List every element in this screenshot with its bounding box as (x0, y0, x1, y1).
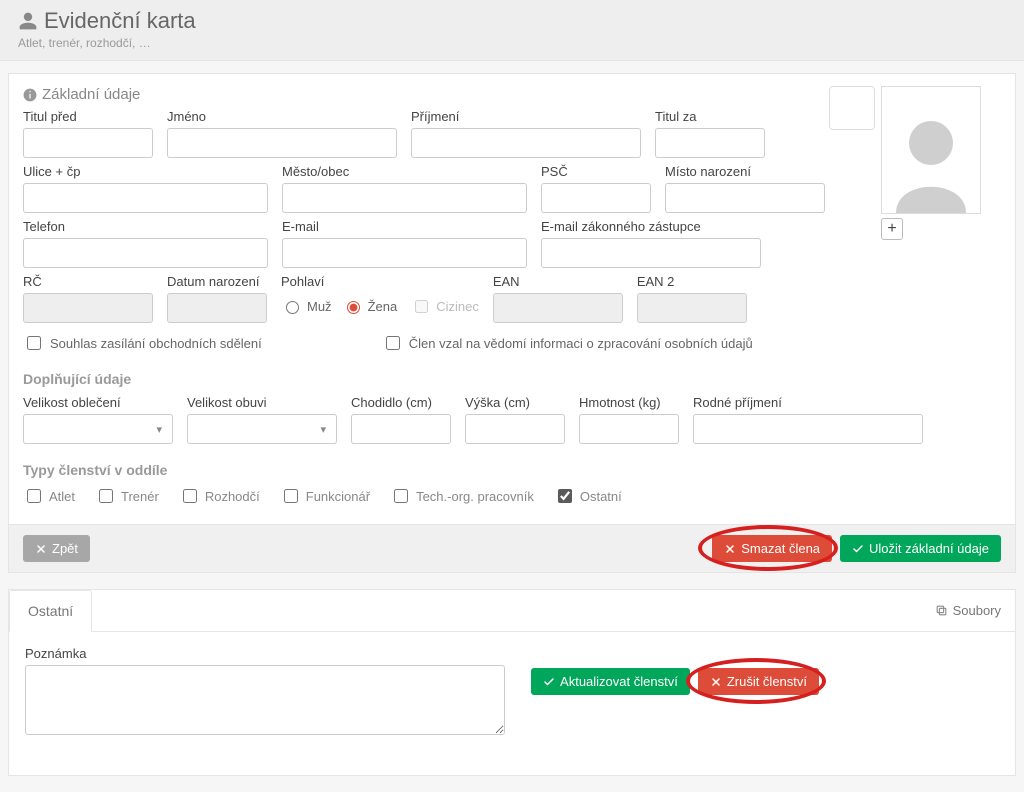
add-photo-button[interactable]: + (881, 218, 903, 240)
back-button[interactable]: Zpět (23, 535, 90, 562)
select-velikost-obl[interactable] (23, 414, 173, 444)
checkbox-atlet[interactable] (27, 489, 41, 503)
label-prijmeni: Příjmení (411, 109, 641, 124)
photo-column: + (881, 86, 1001, 240)
close-icon (710, 676, 722, 688)
label-ean: EAN (493, 274, 623, 289)
input-rodne-prijmeni[interactable] (693, 414, 923, 444)
avatar-placeholder-icon (886, 103, 976, 213)
cancel-membership-button[interactable]: Zrušit členství (698, 668, 819, 695)
label-misto-nar: Místo narození (665, 164, 825, 179)
type-funkcionar[interactable]: Funkcionář (280, 486, 370, 506)
update-membership-button[interactable]: Aktualizovat členství (531, 668, 690, 695)
label-jmeno: Jméno (167, 109, 397, 124)
input-titul-za[interactable] (655, 128, 765, 158)
type-atlet[interactable]: Atlet (23, 486, 75, 506)
input-misto-nar[interactable] (665, 183, 825, 213)
label-chodidlo: Chodidlo (cm) (351, 395, 451, 410)
input-jmeno[interactable] (167, 128, 397, 158)
checkbox-clen-vzal[interactable] (386, 336, 400, 350)
label-email: E-mail (282, 219, 527, 234)
tab-ostatni[interactable]: Ostatní (9, 590, 92, 632)
check-icon (852, 543, 864, 555)
label-ulice: Ulice + čp (23, 164, 268, 179)
type-rozhodci[interactable]: Rozhodčí (179, 486, 260, 506)
input-vyska[interactable] (465, 414, 565, 444)
label-clen-vzal: Člen vzal na vědomí informaci o zpracová… (409, 336, 753, 351)
subhead-typy: Typy členství v oddíle (23, 462, 1001, 478)
check-icon (543, 676, 555, 688)
label-psc: PSČ (541, 164, 651, 179)
photo-placeholder (881, 86, 981, 214)
page-subtitle: Atlet, trenér, rozhodčí, … (18, 36, 1006, 50)
checkbox-souhlas-wrap[interactable]: Souhlas zasílání obchodních sdělení (23, 333, 262, 353)
close-icon (724, 543, 736, 555)
plus-icon: + (887, 220, 896, 238)
files-link[interactable]: Soubory (921, 590, 1015, 631)
checkbox-souhlas[interactable] (27, 336, 41, 350)
label-titul-pred: Titul před (23, 109, 153, 124)
input-ean2[interactable] (637, 293, 747, 323)
input-mesto[interactable] (282, 183, 527, 213)
radio-muz-label[interactable]: Muž (281, 298, 332, 314)
input-titul-pred[interactable] (23, 128, 153, 158)
input-hmotnost[interactable] (579, 414, 679, 444)
label-rodne-prijmeni: Rodné příjmení (693, 395, 923, 410)
label-souhlas: Souhlas zasílání obchodních sdělení (50, 336, 262, 351)
info-icon (23, 88, 37, 102)
checkbox-rozhodci[interactable] (183, 489, 197, 503)
input-psc[interactable] (541, 183, 651, 213)
type-techorg[interactable]: Tech.-org. pracovník (390, 486, 534, 506)
copy-icon (935, 604, 948, 617)
input-telefon[interactable] (23, 238, 268, 268)
checkbox-techorg[interactable] (394, 489, 408, 503)
basic-info-panel: + Základní údaje Titul před Jméno Příjme… (8, 73, 1016, 573)
label-poznamka: Poznámka (25, 646, 505, 661)
textarea-poznamka[interactable] (25, 665, 505, 735)
label-datum-nar: Datum narození (167, 274, 267, 289)
label-titul-za: Titul za (655, 109, 765, 124)
label-rc: RČ (23, 274, 153, 289)
checkbox-ostatni[interactable] (558, 489, 572, 503)
input-datum-nar[interactable] (167, 293, 267, 323)
label-ean2: EAN 2 (637, 274, 747, 289)
input-ean[interactable] (493, 293, 623, 323)
save-button[interactable]: Uložit základní údaje (840, 535, 1001, 562)
input-email[interactable] (282, 238, 527, 268)
select-velikost-obuv[interactable] (187, 414, 337, 444)
delete-member-button[interactable]: Smazat člena (712, 535, 832, 562)
label-spacer (411, 274, 479, 289)
subhead-doplnujici: Doplňující údaje (23, 371, 1001, 387)
type-trener[interactable]: Trenér (95, 486, 159, 506)
checkbox-cizinec (415, 300, 428, 313)
checkbox-funkcionar[interactable] (284, 489, 298, 503)
checkbox-clen-vzal-wrap[interactable]: Člen vzal na vědomí informaci o zpracová… (382, 333, 753, 353)
aux-box (829, 86, 875, 130)
input-chodidlo[interactable] (351, 414, 451, 444)
membership-panel: Ostatní Soubory Poznámka Aktualizovat čl… (8, 589, 1016, 776)
checkbox-trener[interactable] (99, 489, 113, 503)
radio-zena[interactable] (347, 301, 360, 314)
label-hmotnost: Hmotnost (kg) (579, 395, 679, 410)
radio-muz[interactable] (286, 301, 299, 314)
label-vyska: Výška (cm) (465, 395, 565, 410)
label-telefon: Telefon (23, 219, 268, 234)
input-ulice[interactable] (23, 183, 268, 213)
checkbox-cizinec-label[interactable]: Cizinec (411, 297, 479, 316)
radio-zena-label[interactable]: Žena (342, 298, 398, 314)
label-pohlavi: Pohlaví (281, 274, 397, 289)
user-icon (18, 11, 38, 31)
input-prijmeni[interactable] (411, 128, 641, 158)
label-email-zz: E-mail zákonného zástupce (541, 219, 761, 234)
input-rc[interactable] (23, 293, 153, 323)
page-title: Evidenční karta (18, 8, 1006, 34)
page-header: Evidenční karta Atlet, trenér, rozhodčí,… (0, 0, 1024, 61)
label-mesto: Město/obec (282, 164, 527, 179)
type-ostatni[interactable]: Ostatní (554, 486, 622, 506)
input-email-zz[interactable] (541, 238, 761, 268)
close-icon (35, 543, 47, 555)
label-velikost-obuv: Velikost obuvi (187, 395, 337, 410)
label-velikost-obl: Velikost oblečení (23, 395, 173, 410)
